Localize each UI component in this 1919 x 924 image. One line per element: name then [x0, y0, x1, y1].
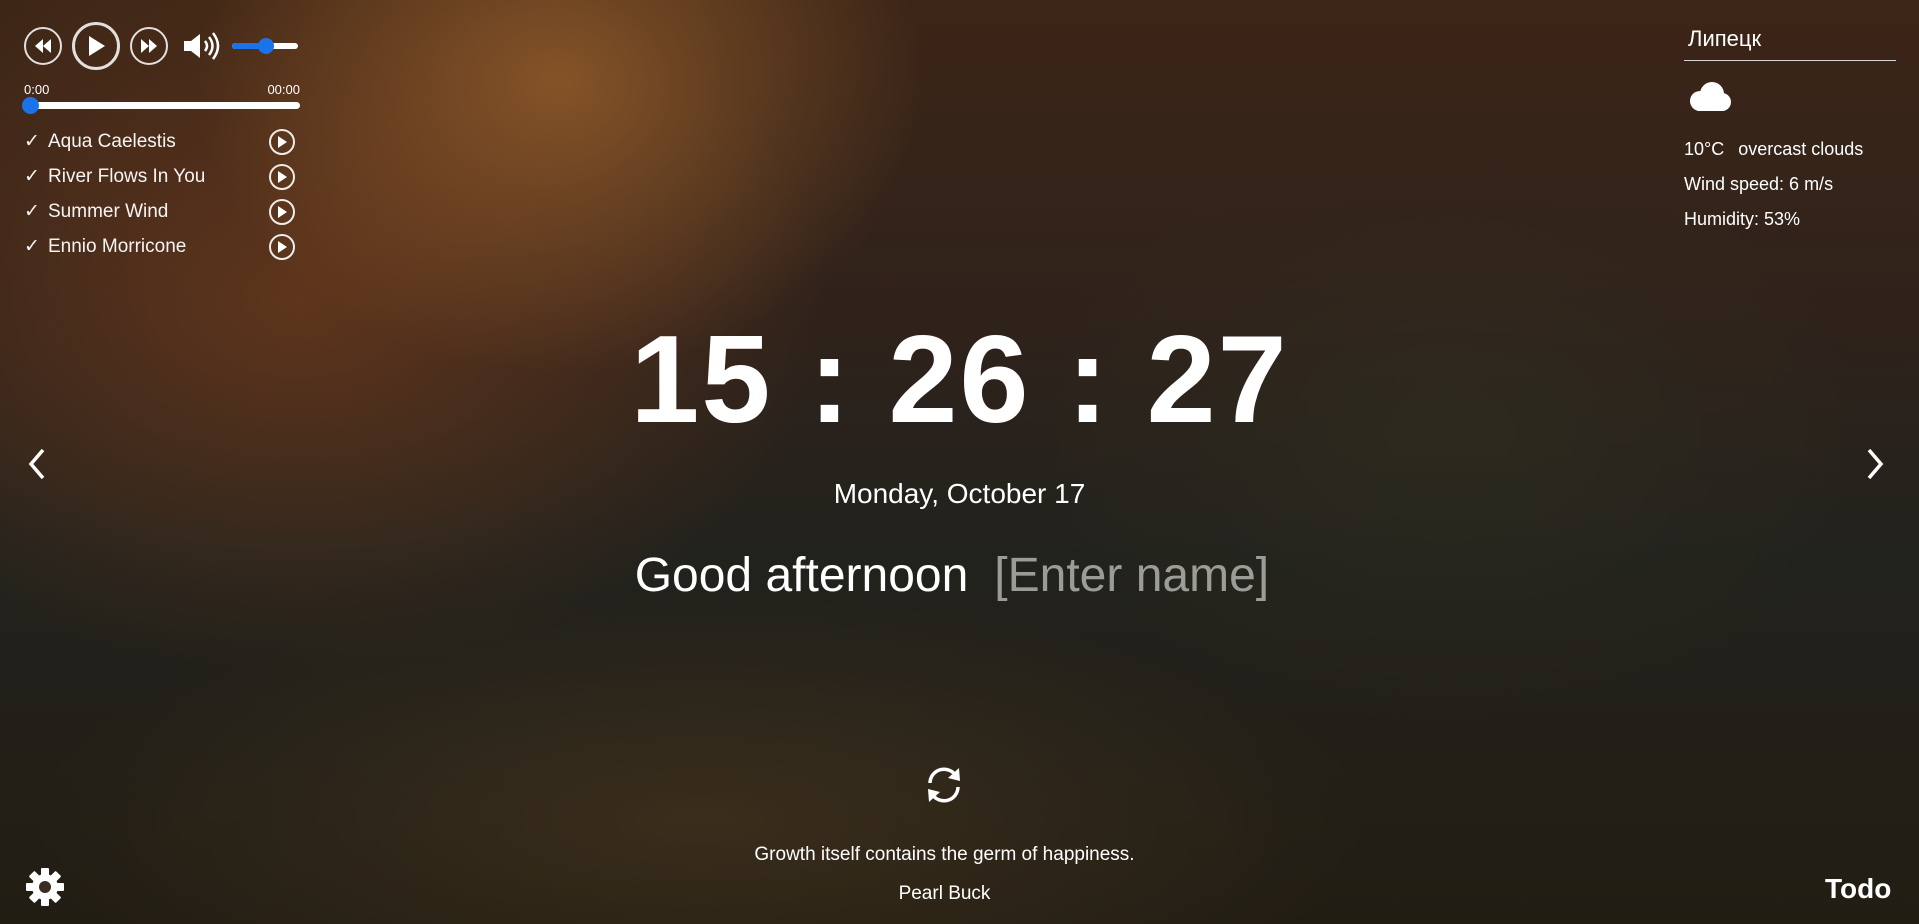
quote-text: Growth itself contains the germ of happi…: [754, 844, 1135, 865]
change-quote-button[interactable]: [922, 763, 966, 807]
current-time: 0:00: [24, 82, 50, 97]
chevron-left-icon: [28, 448, 45, 480]
play-icon: [278, 135, 287, 148]
chevron-right-icon: [1867, 448, 1884, 480]
check-icon: ✓: [24, 236, 40, 257]
track-title: Aqua Caelestis: [48, 130, 176, 152]
rewind-icon: [35, 39, 51, 53]
volume-slider-thumb[interactable]: [258, 38, 274, 54]
play-icon: [278, 205, 287, 218]
prev-track-button[interactable]: [24, 27, 62, 65]
gear-icon: [26, 868, 64, 906]
next-track-button[interactable]: [130, 27, 168, 65]
weather-widget: 10°C overcast clouds Wind speed: 6 m/s Hu…: [1684, 24, 1896, 230]
progress-thumb[interactable]: [22, 97, 39, 114]
weather-summary: 10°C overcast clouds: [1684, 139, 1896, 160]
wind-speed: Wind speed: 6 m/s: [1684, 174, 1834, 194]
check-icon: ✓: [24, 201, 40, 222]
track-play-button[interactable]: [269, 163, 295, 190]
track-play-button[interactable]: [269, 128, 295, 155]
playlist-item[interactable]: ✓ Summer Wind: [24, 194, 300, 229]
progress-bar[interactable]: [22, 97, 300, 114]
playlist-item[interactable]: ✓ Ennio Morricone: [24, 229, 300, 264]
track-play-button[interactable]: [269, 233, 295, 260]
humidity: Humidity: 53%: [1684, 209, 1801, 229]
name-input[interactable]: [994, 548, 1285, 603]
quote-author: Pearl Buck: [898, 883, 991, 904]
playlist: ✓ Aqua Caelestis ✓ River Flows In You ✓ …: [24, 124, 300, 264]
weather-description: overcast clouds: [1738, 139, 1864, 159]
todo-button[interactable]: Todo: [1825, 873, 1891, 905]
play-button[interactable]: [72, 22, 120, 70]
temperature: 10°C: [1684, 139, 1725, 159]
greeting-text: Good afternoon: [634, 549, 969, 602]
playlist-item[interactable]: ✓ River Flows In You: [24, 159, 300, 194]
clock-time: 15 : 26 : 27: [630, 311, 1289, 449]
time-row: 0:00 00:00: [24, 82, 300, 97]
greeting-row: Good afternoon: [0, 548, 1919, 603]
refresh-icon: [928, 767, 960, 803]
weather-icon-wrap: [1684, 81, 1896, 121]
clock-date: Monday, October 17: [833, 478, 1086, 509]
cloud-icon: [1690, 82, 1731, 111]
check-icon: ✓: [24, 166, 40, 187]
slide-prev-button[interactable]: [22, 446, 52, 482]
duration: 00:00: [267, 82, 300, 97]
settings-button[interactable]: [24, 866, 66, 908]
track-title: River Flows In You: [48, 165, 206, 187]
play-icon: [278, 240, 287, 253]
track-play-button[interactable]: [269, 198, 295, 225]
track-title: Summer Wind: [48, 200, 169, 222]
audio-player: 0:00 00:00 ✓ Aqua Caelestis ✓ River Flow…: [22, 20, 300, 264]
check-icon: ✓: [24, 131, 40, 152]
playlist-item[interactable]: ✓ Aqua Caelestis: [24, 124, 300, 159]
volume-button[interactable]: [182, 30, 224, 62]
volume-slider[interactable]: [232, 38, 298, 54]
fast-forward-icon: [141, 39, 157, 53]
slide-next-button[interactable]: [1860, 446, 1890, 482]
player-controls: [24, 20, 300, 72]
play-icon: [278, 170, 287, 183]
volume-icon: [184, 32, 220, 60]
play-icon: [89, 36, 105, 56]
city-input[interactable]: [1684, 24, 1896, 61]
track-title: Ennio Morricone: [48, 235, 187, 257]
